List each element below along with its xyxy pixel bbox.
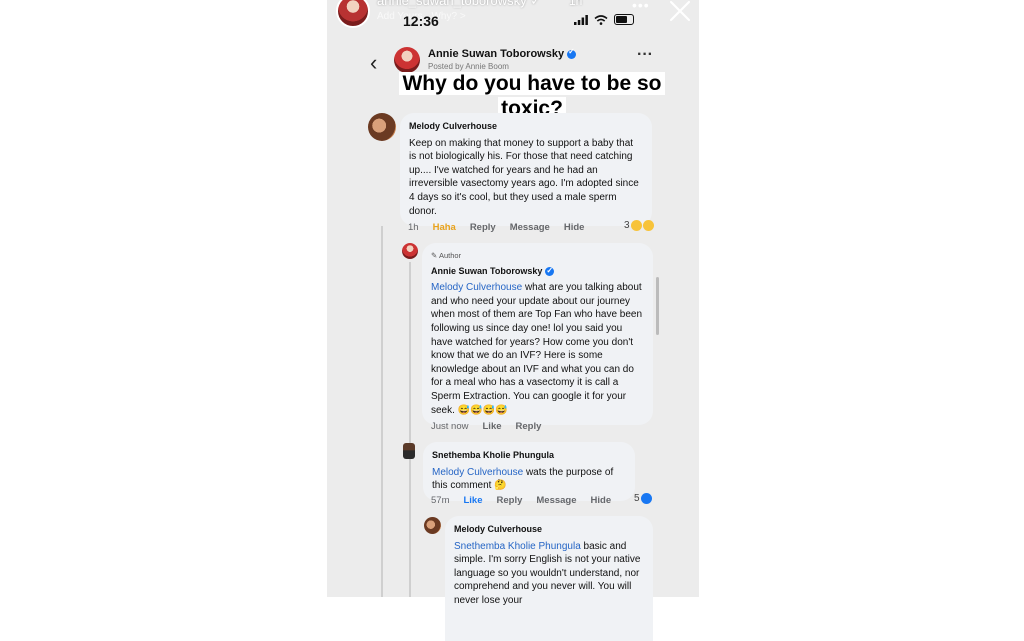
comment-time: 1h	[408, 222, 419, 233]
avatar[interactable]	[402, 243, 418, 259]
story-avatar[interactable]	[336, 0, 370, 28]
thread-line	[409, 262, 411, 597]
comment-text: what are you talking about and who need …	[431, 282, 643, 416]
avatar[interactable]	[368, 113, 396, 141]
avatar[interactable]	[403, 443, 415, 459]
posted-by: Posted by Annie Boom	[428, 62, 509, 71]
story-time: 1h	[569, 0, 583, 8]
comment-text: Keep on making that money to support a b…	[409, 137, 639, 217]
comment-bubble: ✎ Author Annie Suwan Toborowsky Melody C…	[422, 243, 653, 426]
comment-author[interactable]: Annie Suwan Toborowsky	[431, 264, 643, 279]
message-button[interactable]: Message	[536, 495, 576, 506]
reaction-count-value: 5	[634, 493, 640, 505]
post-author-label: Annie Suwan Toborowsky	[428, 48, 565, 60]
reaction-count[interactable]: 3	[624, 220, 654, 231]
comment-bubble: Melody Culverhouse Snethemba Kholie Phun…	[445, 516, 653, 641]
hide-button[interactable]: Hide	[591, 495, 612, 506]
hide-button[interactable]: Hide	[564, 222, 585, 233]
wifi-icon	[594, 14, 608, 25]
signal-icon	[574, 14, 588, 25]
reply-button[interactable]: Reply	[470, 222, 496, 233]
comment-bubble: Snethemba Kholie Phungula Melody Culverh…	[423, 442, 635, 501]
mention-link[interactable]: Melody Culverhouse	[432, 467, 523, 478]
reaction-count-value: 3	[624, 220, 630, 232]
comment-actions: 1h Haha Reply Message Hide	[408, 222, 584, 233]
like-emoji-icon	[640, 493, 652, 504]
comment-time: 57m	[431, 495, 450, 506]
laugh-emoji-icon	[630, 220, 642, 231]
more-options-icon[interactable]: •••	[632, 0, 650, 13]
scrollbar[interactable]	[656, 277, 659, 335]
like-button[interactable]: Like	[483, 421, 502, 432]
comment-author[interactable]: Snethemba Kholie Phungula	[432, 449, 625, 463]
comment-author[interactable]: Melody Culverhouse	[409, 120, 642, 134]
status-clock: 12:36	[403, 13, 439, 29]
post-author-name[interactable]: Annie Suwan Toborowsky	[428, 47, 577, 60]
comment-author[interactable]: Melody Culverhouse	[454, 523, 643, 537]
haha-button[interactable]: Haha	[433, 222, 456, 233]
comment-author-label: Annie Suwan Toborowsky	[431, 265, 543, 276]
thread-line	[381, 226, 383, 597]
message-button[interactable]: Message	[510, 222, 550, 233]
reply-button[interactable]: Reply	[516, 421, 542, 432]
comment-actions: Just now Like Reply	[431, 421, 541, 432]
battery-icon	[614, 14, 634, 25]
post-more-icon[interactable]: ···	[637, 46, 653, 64]
story-username[interactable]: annie_suwan_toborowsky ✓	[377, 0, 541, 9]
mention-link[interactable]: Snethemba Kholie Phungula	[454, 541, 581, 552]
comment-actions: 57m Like Reply Message Hide	[431, 495, 611, 506]
wow-emoji-icon	[642, 220, 654, 231]
author-tag: ✎ Author	[431, 251, 462, 260]
verified-badge-icon	[567, 47, 577, 59]
verified-badge-icon	[545, 264, 555, 277]
close-icon[interactable]	[667, 0, 693, 24]
avatar[interactable]	[424, 517, 441, 534]
author-tag-label: Author	[438, 251, 462, 260]
reaction-count[interactable]: 5	[634, 493, 652, 504]
back-arrow-icon[interactable]: ‹	[370, 50, 377, 76]
post-author-avatar[interactable]	[394, 47, 420, 73]
mention-link[interactable]: Melody Culverhouse	[431, 282, 522, 293]
comment-time: Just now	[431, 421, 469, 432]
comment-bubble: Melody Culverhouse Keep on making that m…	[400, 113, 652, 227]
status-icons	[574, 14, 634, 25]
reply-button[interactable]: Reply	[497, 495, 523, 506]
like-button[interactable]: Like	[463, 495, 482, 506]
